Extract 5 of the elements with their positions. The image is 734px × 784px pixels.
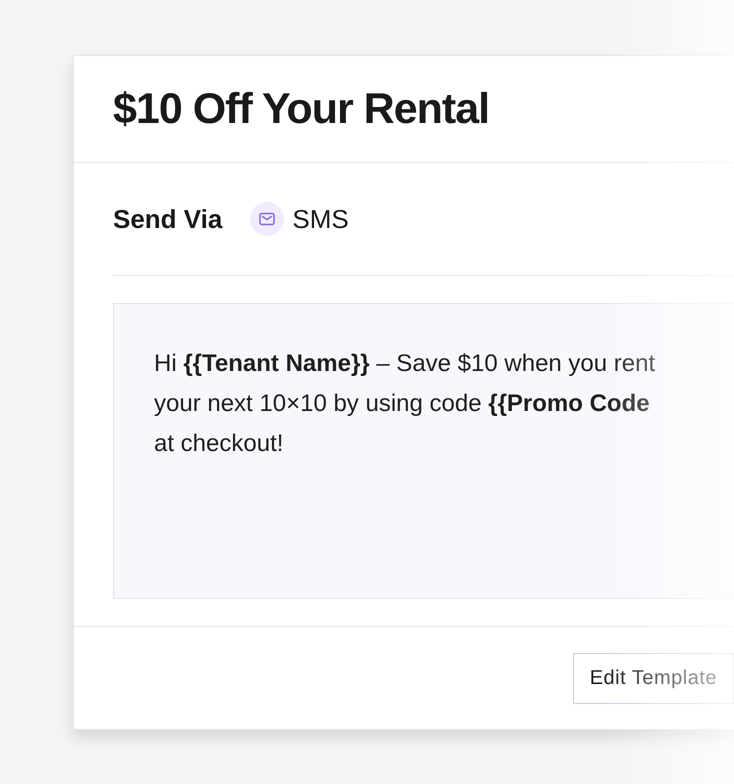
send-via-label: Send Via [113, 202, 222, 236]
message-text: Hi {{Tenant Name}} – Save $10 when you rent your next 10×10 by using code {{Promo Code at checkout! [154, 349, 656, 459]
channel-label: SMS [292, 202, 349, 236]
template-title: $10 Off Your Rental [113, 84, 490, 135]
mail-icon [250, 202, 284, 236]
